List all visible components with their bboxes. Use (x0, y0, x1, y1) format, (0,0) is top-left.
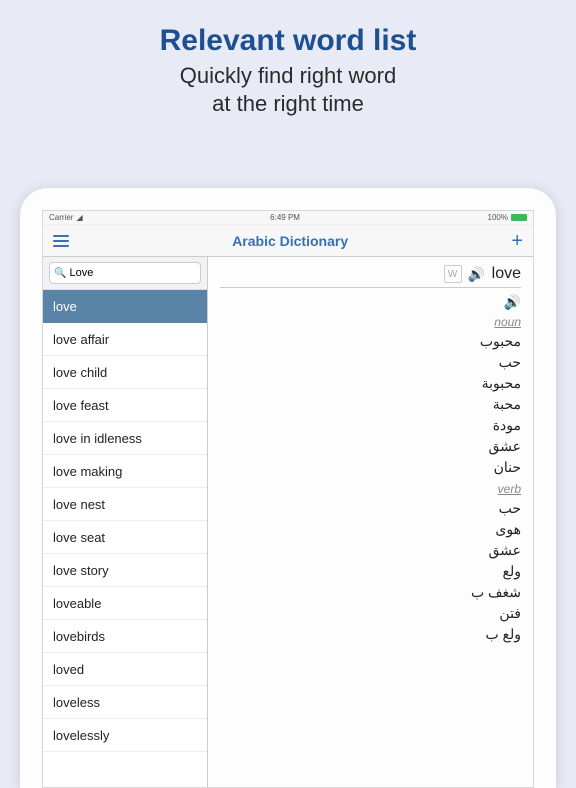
status-time: 6:49 PM (270, 213, 300, 222)
sidebar: 🔍 ✕ lovelove affairlove childlove feastl… (43, 257, 208, 787)
carrier-label: Carrier (49, 213, 73, 222)
translation: شغف ب (220, 582, 521, 603)
list-item[interactable]: lovebirds (43, 620, 207, 653)
promo-header: Relevant word list Quickly find right wo… (0, 0, 576, 135)
app-screen: Carrier ◢ 6:49 PM 100% Arabic Dictionary… (42, 210, 534, 788)
translation: حب (220, 498, 521, 519)
pronounce-icon[interactable]: 🔊 (504, 294, 521, 311)
translation: محبوبة (220, 373, 521, 394)
list-item[interactable]: love child (43, 356, 207, 389)
menu-icon[interactable] (53, 235, 69, 247)
detail-pane: W 🔊 love 🔊 noun محبوبحبمحبوبةمحبةمودةعشق… (208, 257, 533, 787)
list-item[interactable]: love in idleness (43, 422, 207, 455)
tablet-frame: Carrier ◢ 6:49 PM 100% Arabic Dictionary… (20, 188, 556, 788)
list-item[interactable]: love (43, 290, 207, 323)
verb-translations: حبهوىعشقولعشغف بفتنولع ب (220, 498, 521, 645)
search-wrap: 🔍 ✕ (43, 257, 207, 290)
navbar: Arabic Dictionary + (43, 225, 533, 257)
translation: محبة (220, 394, 521, 415)
translation: حنان (220, 457, 521, 478)
status-bar: Carrier ◢ 6:49 PM 100% (43, 211, 533, 225)
list-item[interactable]: love seat (43, 521, 207, 554)
noun-translations: محبوبحبمحبوبةمحبةمودةعشقحنان (220, 331, 521, 478)
list-item[interactable]: loveable (43, 587, 207, 620)
translation: عشق (220, 436, 521, 457)
list-item[interactable]: love feast (43, 389, 207, 422)
pos-verb: verb (220, 482, 521, 496)
translation: عشق (220, 540, 521, 561)
list-item[interactable]: love nest (43, 488, 207, 521)
pos-noun: noun (220, 315, 521, 329)
detail-word: love (492, 265, 521, 283)
translation: ولع (220, 561, 521, 582)
battery-icon (511, 214, 527, 221)
translation: فتن (220, 603, 521, 624)
search-input[interactable] (66, 267, 211, 279)
content-area: 🔍 ✕ lovelove affairlove childlove feastl… (43, 257, 533, 787)
list-item[interactable]: love making (43, 455, 207, 488)
add-button[interactable]: + (511, 231, 523, 251)
list-item[interactable]: loved (43, 653, 207, 686)
navbar-title: Arabic Dictionary (232, 233, 348, 249)
pronounce-row: 🔊 (220, 294, 521, 311)
search-icon: 🔍 (54, 268, 66, 279)
list-item[interactable]: lovelessly (43, 719, 207, 752)
battery-pct: 100% (488, 213, 508, 222)
list-item[interactable]: love affair (43, 323, 207, 356)
speaker-icon[interactable]: 🔊 (468, 265, 486, 283)
document-icon[interactable]: W (444, 265, 462, 283)
translation: محبوب (220, 331, 521, 352)
translation: هوى (220, 519, 521, 540)
wifi-icon: ◢ (76, 213, 82, 222)
translation: ولع ب (220, 624, 521, 645)
list-item[interactable]: love story (43, 554, 207, 587)
translation: مودة (220, 415, 521, 436)
translation: حب (220, 352, 521, 373)
promo-title: Relevant word list (20, 24, 556, 58)
list-item[interactable]: loveless (43, 686, 207, 719)
promo-subtitle: Quickly find right word at the right tim… (20, 62, 556, 117)
search-box[interactable]: 🔍 ✕ (49, 262, 201, 284)
word-list[interactable]: lovelove affairlove childlove feastlove … (43, 290, 207, 787)
detail-header: W 🔊 love (220, 265, 521, 288)
